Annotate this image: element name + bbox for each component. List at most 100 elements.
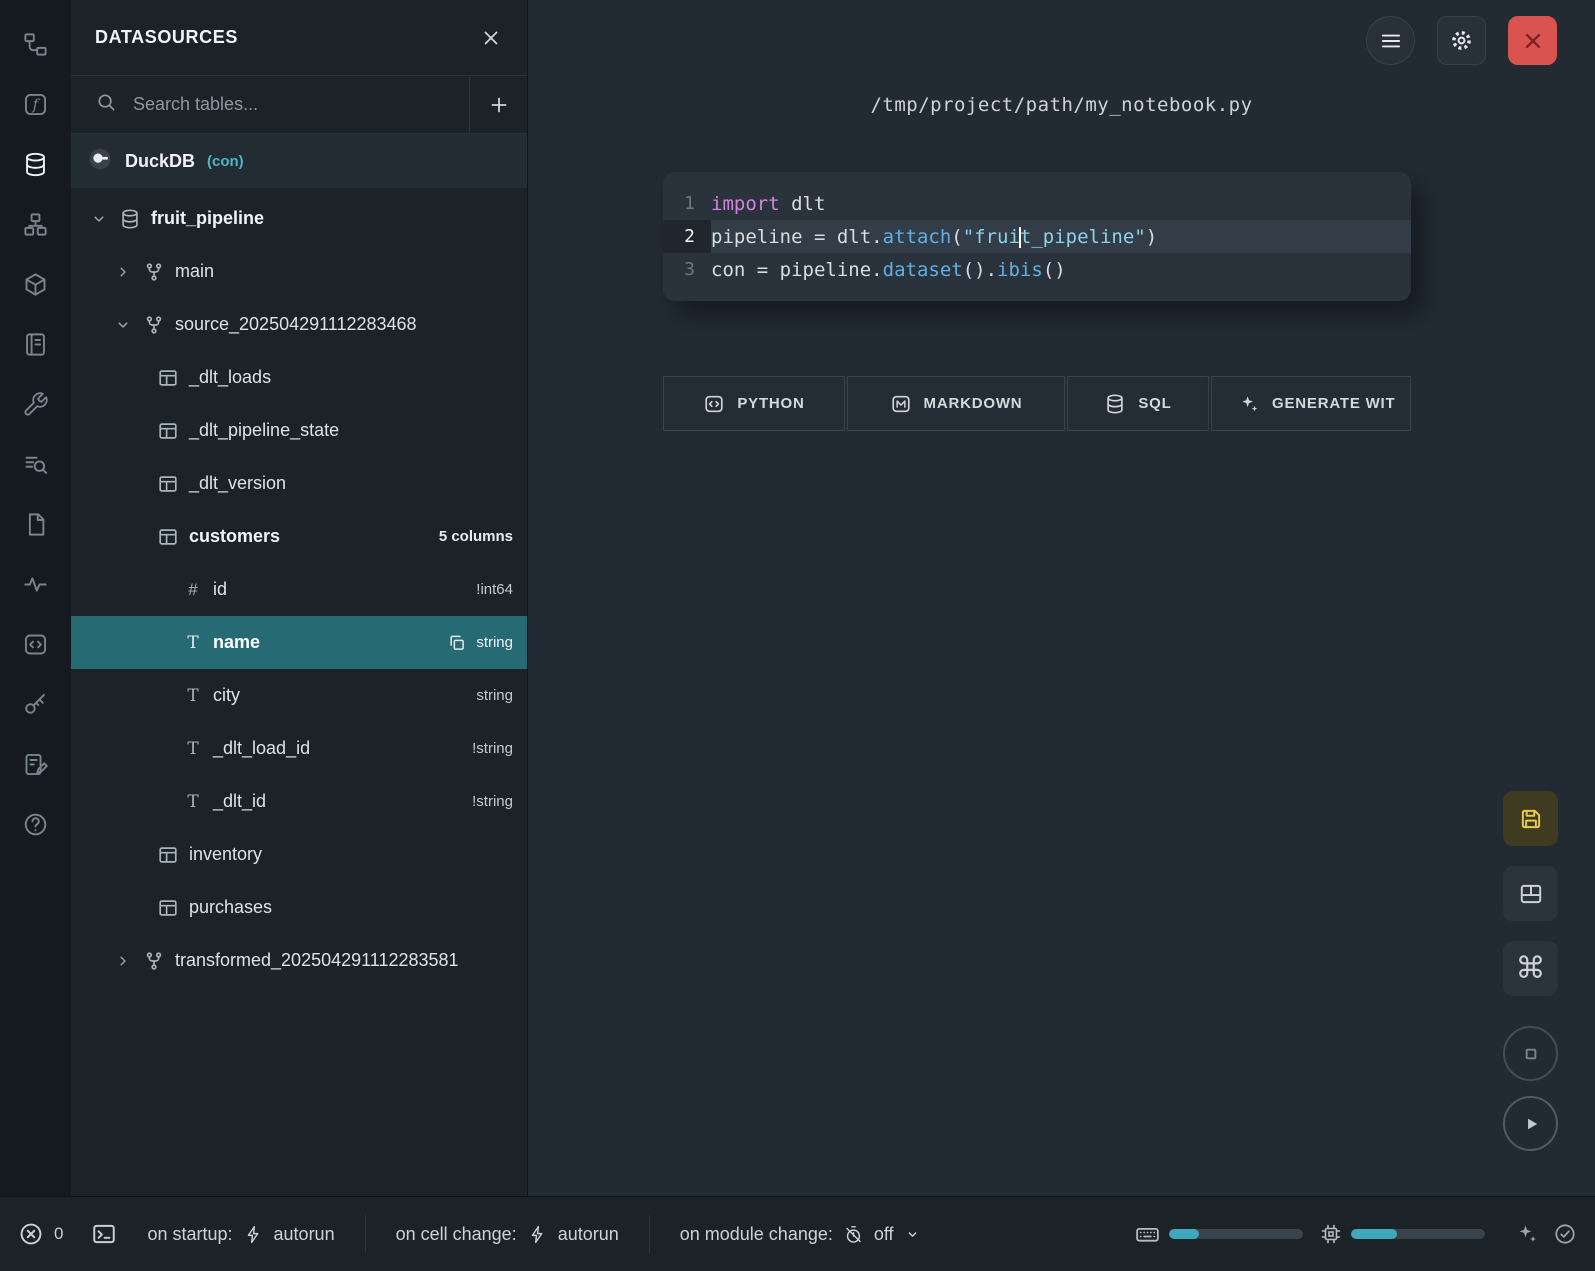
copy-icon[interactable] <box>447 633 467 653</box>
table-icon <box>157 473 179 495</box>
floating-action-stack: ⌘ <box>1503 791 1558 1151</box>
add-sql-cell-button[interactable]: SQL <box>1067 376 1209 431</box>
on-cell-change-setting[interactable]: on cell change: autorun <box>366 1224 649 1245</box>
tree-label: _dlt_load_id <box>213 738 310 759</box>
generate-with-ai-button[interactable]: GENERATE WIT <box>1211 376 1411 431</box>
chevron-down-icon[interactable] <box>113 315 133 335</box>
tree-row-column[interactable]: T _dlt_id !string <box>71 775 527 828</box>
tree-row-schema[interactable]: main <box>71 245 527 298</box>
on-startup-setting[interactable]: on startup: autorun <box>117 1224 364 1245</box>
code-cell[interactable]: 1 import dlt 2 pipeline = dlt.attach("fr… <box>663 172 1411 301</box>
text-column-icon: T <box>183 633 203 653</box>
secrets-icon[interactable] <box>16 684 56 724</box>
notebook-area: /tmp/project/path/my_notebook.py 1 impor… <box>528 0 1595 1196</box>
save-icon <box>1518 806 1544 832</box>
connection-row[interactable]: DuckDB (con) <box>71 134 527 188</box>
command-palette-button[interactable]: ⌘ <box>1503 941 1558 996</box>
scratchpad-icon[interactable] <box>16 744 56 784</box>
on-cell-change-label: on cell change: <box>396 1224 517 1245</box>
code-line[interactable]: 1 import dlt <box>663 187 1411 220</box>
tree-label: purchases <box>189 897 272 918</box>
schema-icon <box>143 261 165 283</box>
tree-row-table[interactable]: purchases <box>71 881 527 934</box>
integer-column-icon: # <box>183 580 203 600</box>
tree-row-column[interactable]: T _dlt_load_id !string <box>71 722 527 775</box>
schema-tree: fruit_pipeline main source_2025042911122… <box>71 188 527 1196</box>
column-type: !string <box>472 793 513 810</box>
tree-row-table[interactable]: _dlt_pipeline_state <box>71 404 527 457</box>
close-panel-button[interactable] <box>479 26 503 50</box>
documentation-icon[interactable] <box>16 324 56 364</box>
chevron-down-icon[interactable] <box>89 209 109 229</box>
tree-label: id <box>213 579 227 600</box>
files-icon[interactable] <box>16 504 56 544</box>
menu-button[interactable] <box>1366 16 1415 65</box>
connection-badge: (con) <box>207 153 244 170</box>
tree-row-table[interactable]: customers 5 columns <box>71 510 527 563</box>
tree-label: _dlt_version <box>189 473 286 494</box>
schema-icon <box>143 950 165 972</box>
tree-label: customers <box>189 526 280 547</box>
line-number: 3 <box>663 253 711 286</box>
table-icon <box>157 420 179 442</box>
error-icon <box>18 1221 44 1247</box>
cpu-icon <box>1319 1222 1343 1246</box>
command-icon: ⌘ <box>1516 954 1546 984</box>
column-type: !string <box>472 740 513 757</box>
add-markdown-cell-button[interactable]: MARKDOWN <box>847 376 1065 431</box>
notebook-file-path: /tmp/project/path/my_notebook.py <box>528 94 1595 116</box>
tools-icon[interactable] <box>16 384 56 424</box>
tree-label: inventory <box>189 844 262 865</box>
tracing-icon[interactable] <box>16 564 56 604</box>
outline-icon[interactable] <box>16 24 56 64</box>
search-input[interactable] <box>131 93 459 116</box>
tree-row-database[interactable]: fruit_pipeline <box>71 192 527 245</box>
code-line[interactable]: 3 con = pipeline.dataset().ibis() <box>663 253 1411 286</box>
tree-row-column[interactable]: # id !int64 <box>71 563 527 616</box>
text-column-icon: T <box>183 686 203 706</box>
run-button[interactable] <box>1503 1096 1558 1151</box>
settings-button[interactable] <box>1437 16 1486 65</box>
text-column-icon: T <box>183 792 203 812</box>
column-type: string <box>476 634 513 651</box>
tree-row-table[interactable]: _dlt_version <box>71 457 527 510</box>
close-app-button[interactable] <box>1508 16 1557 65</box>
connection-status-icon[interactable] <box>1553 1222 1577 1246</box>
logs-icon[interactable] <box>16 444 56 484</box>
on-module-change-value: off <box>874 1224 894 1245</box>
tree-row-table[interactable]: _dlt_loads <box>71 351 527 404</box>
tree-row-schema[interactable]: transformed_202504291112283581 <box>71 934 527 987</box>
packages-icon[interactable] <box>16 264 56 304</box>
save-button[interactable] <box>1503 791 1558 846</box>
cpu-activity-meter <box>1351 1229 1485 1239</box>
tree-row-table[interactable]: inventory <box>71 828 527 881</box>
stop-button[interactable] <box>1503 1026 1558 1081</box>
table-icon <box>157 526 179 548</box>
column-type: !int64 <box>476 581 513 598</box>
tree-label: _dlt_loads <box>189 367 271 388</box>
tree-row-column[interactable]: T city string <box>71 669 527 722</box>
layout-button[interactable] <box>1503 866 1558 921</box>
code-line-active[interactable]: 2 pipeline = dlt.attach("fruit_pipeline"… <box>663 220 1411 253</box>
table-icon <box>157 844 179 866</box>
error-count: 0 <box>54 1224 63 1244</box>
help-icon[interactable] <box>16 804 56 844</box>
tree-row-schema[interactable]: source_202504291112283468 <box>71 298 527 351</box>
snippets-icon[interactable] <box>16 624 56 664</box>
on-module-change-setting[interactable]: on module change: off <box>650 1224 951 1245</box>
add-datasource-button[interactable] <box>469 76 527 133</box>
chevron-right-icon[interactable] <box>113 262 133 282</box>
status-meters <box>1134 1221 1577 1248</box>
tree-row-column-selected[interactable]: T name string <box>71 616 527 669</box>
terminal-button[interactable] <box>91 1221 117 1247</box>
add-python-cell-button[interactable]: PYTHON <box>663 376 845 431</box>
ai-sparkle-icon[interactable] <box>1515 1222 1539 1246</box>
dependency-graph-icon[interactable] <box>16 204 56 244</box>
tree-label: source_202504291112283468 <box>175 314 417 335</box>
keyboard-icon <box>1134 1221 1161 1248</box>
error-indicator[interactable]: 0 <box>18 1221 63 1247</box>
functions-icon[interactable] <box>16 84 56 124</box>
chevron-right-icon[interactable] <box>113 951 133 971</box>
panel-title: DATASOURCES <box>95 27 238 48</box>
datasources-icon[interactable] <box>16 144 56 184</box>
